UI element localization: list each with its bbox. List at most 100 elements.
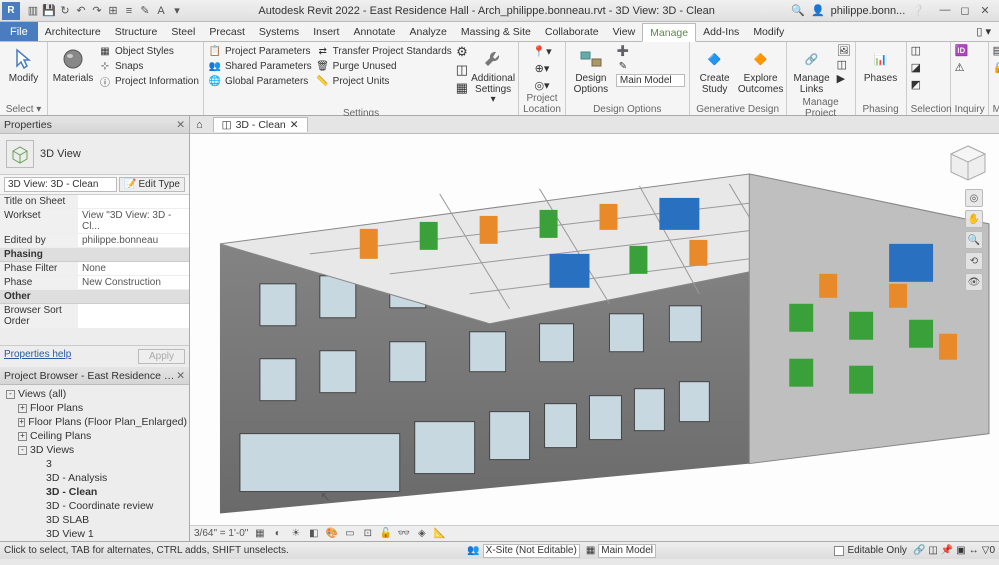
start-icon[interactable]: ▶ bbox=[837, 72, 851, 85]
nav-wheel-icon[interactable]: ◎ bbox=[965, 189, 983, 207]
view-home-icon[interactable]: ⌂ bbox=[190, 119, 209, 131]
crop-icon[interactable]: ▭ bbox=[343, 527, 356, 540]
object-styles-button[interactable]: ▦Object Styles bbox=[98, 44, 199, 58]
additional-settings-button[interactable]: Additional Settings▾ bbox=[472, 44, 514, 108]
sel3-icon[interactable]: ◩ bbox=[911, 78, 921, 91]
minimize-icon[interactable]: — bbox=[937, 4, 953, 17]
view-tab-3d-clean[interactable]: ◫3D - Clean✕ bbox=[213, 117, 308, 132]
tab-close-icon[interactable]: ✕ bbox=[290, 119, 299, 131]
tab-massing[interactable]: Massing & Site bbox=[454, 22, 538, 41]
help-icon[interactable]: ❔ bbox=[911, 4, 925, 17]
model-combo[interactable]: Main Model bbox=[598, 544, 656, 558]
sel-link-icon[interactable]: 🔗 bbox=[913, 545, 925, 556]
close-icon[interactable]: ✕ bbox=[977, 4, 993, 17]
tab-structure[interactable]: Structure bbox=[108, 22, 165, 41]
tab-annotate[interactable]: Annotate bbox=[346, 22, 402, 41]
modify-button[interactable]: Modify bbox=[4, 44, 43, 87]
tree-node[interactable]: 3D - Analysis bbox=[2, 471, 187, 485]
temp-hide-icon[interactable]: 👓 bbox=[397, 527, 410, 540]
tree-node[interactable]: +Floor Plans (Floor Plan_Enlarged) bbox=[2, 415, 187, 429]
shadow-icon[interactable]: ◧ bbox=[307, 527, 320, 540]
tree-node[interactable]: 3D View 1 bbox=[2, 527, 187, 541]
macro-mgr-icon[interactable]: ▤ bbox=[993, 44, 999, 57]
project-parameters-button[interactable]: 📋Project Parameters bbox=[208, 44, 312, 58]
view-cube[interactable] bbox=[947, 142, 989, 184]
global-parameters-button[interactable]: 🌐Global Parameters bbox=[208, 74, 312, 88]
tree-node[interactable]: +Ceiling Plans bbox=[2, 429, 187, 443]
shared-parameters-button[interactable]: 👥Shared Parameters bbox=[208, 59, 312, 73]
sun-icon[interactable]: ☀ bbox=[289, 527, 302, 540]
decal-icon[interactable]: ◫ bbox=[837, 58, 851, 71]
tree-node[interactable]: 3D - Coordinate review bbox=[2, 499, 187, 513]
nav-zoom-icon[interactable]: 🔍 bbox=[965, 231, 983, 249]
add-to-set-button[interactable]: ➕ bbox=[616, 44, 685, 58]
type-selector[interactable]: 3D View: 3D - Clean bbox=[4, 177, 117, 192]
tab-manage[interactable]: Manage bbox=[642, 23, 696, 42]
sel-pin-icon[interactable]: 📌 bbox=[941, 545, 953, 556]
reveal-icon[interactable]: ◈ bbox=[415, 527, 428, 540]
sel-drag-icon[interactable]: ↔ bbox=[969, 545, 979, 556]
qat-sync-icon[interactable]: ↻ bbox=[58, 4, 72, 18]
search-icon[interactable]: 🔍 bbox=[791, 4, 805, 17]
scale-label[interactable]: 3/64" = 1'-0" bbox=[194, 528, 248, 539]
tab-addins[interactable]: Add-Ins bbox=[696, 22, 746, 41]
qat-section-icon[interactable]: ✎ bbox=[138, 4, 152, 18]
pos-icon[interactable]: ◎▾ bbox=[534, 79, 549, 92]
tab-view[interactable]: View bbox=[606, 22, 643, 41]
tab-steel[interactable]: Steel bbox=[164, 22, 202, 41]
tree-node[interactable]: 3 bbox=[2, 457, 187, 471]
tab-collaborate[interactable]: Collaborate bbox=[538, 22, 606, 41]
qat-save-icon[interactable]: 💾 bbox=[42, 4, 56, 18]
ids-icon[interactable]: 🆔 bbox=[955, 44, 969, 57]
prop-workset-value[interactable]: View "3D View: 3D - Cl... bbox=[78, 209, 189, 233]
nav-orbit-icon[interactable]: ⟲ bbox=[965, 252, 983, 270]
properties-help-link[interactable]: Properties help bbox=[4, 349, 71, 364]
manage-links-button[interactable]: 🔗Manage Links bbox=[791, 44, 833, 97]
maximize-icon[interactable]: ◻ bbox=[957, 4, 973, 17]
lock-icon[interactable]: 🔓 bbox=[379, 527, 392, 540]
explore-outcomes-button[interactable]: 🔶Explore Outcomes bbox=[740, 44, 782, 97]
tab-insert[interactable]: Insert bbox=[306, 22, 346, 41]
qat-open-icon[interactable]: ▥ bbox=[26, 4, 40, 18]
expand-icon[interactable]: - bbox=[6, 390, 15, 399]
qat-print-icon[interactable]: ⊞ bbox=[106, 4, 120, 18]
panel-icon[interactable]: ▦ bbox=[456, 80, 468, 96]
sel2-icon[interactable]: ◪ bbox=[911, 61, 921, 74]
tab-precast[interactable]: Precast bbox=[202, 22, 252, 41]
tab-analyze[interactable]: Analyze bbox=[403, 22, 454, 41]
apply-button[interactable]: Apply bbox=[138, 349, 185, 364]
user-icon[interactable]: 👤 bbox=[811, 4, 825, 17]
ribbon-min-icon[interactable]: ▯ ▾ bbox=[968, 22, 999, 41]
qat-more-icon[interactable]: ▾ bbox=[170, 4, 184, 18]
purge-unused-button[interactable]: 🗑Purge Unused bbox=[316, 59, 452, 73]
tab-modify[interactable]: Modify bbox=[746, 22, 791, 41]
nav-pan-icon[interactable]: ✋ bbox=[965, 210, 983, 228]
visual-style-icon[interactable]: ◐ bbox=[271, 527, 284, 540]
expand-icon[interactable]: + bbox=[18, 404, 27, 413]
browser-close-icon[interactable]: ✕ bbox=[176, 370, 185, 382]
tree-node[interactable]: 3D SLAB bbox=[2, 513, 187, 527]
user-name[interactable]: philippe.bonn... bbox=[831, 5, 906, 17]
design-options-button[interactable]: Design Options bbox=[570, 44, 612, 97]
tab-architecture[interactable]: Architecture bbox=[38, 22, 108, 41]
filter-icon[interactable]: ▽0 bbox=[982, 545, 995, 556]
qat-undo-icon[interactable]: ↶ bbox=[74, 4, 88, 18]
struct-icon[interactable]: ◫ bbox=[456, 62, 468, 78]
create-study-button[interactable]: 🔷Create Study bbox=[694, 44, 736, 97]
sel-underlay-icon[interactable]: ◫ bbox=[928, 545, 937, 556]
location-icon[interactable]: 📍▾ bbox=[532, 45, 551, 58]
mep-icon[interactable]: ⚙ bbox=[456, 44, 468, 60]
browser-header[interactable]: Project Browser - East Residence Hall - … bbox=[0, 367, 189, 385]
render-icon[interactable]: 🎨 bbox=[325, 527, 338, 540]
macro-sec-icon[interactable]: 🔒 bbox=[993, 61, 999, 74]
qat-redo-icon[interactable]: ↷ bbox=[90, 4, 104, 18]
pick-edit-button[interactable]: ✎ bbox=[616, 59, 685, 73]
workset-combo[interactable]: X-Site (Not Editable) bbox=[483, 544, 580, 558]
warn-icon[interactable]: ⚠ bbox=[955, 61, 965, 74]
prop-title-value[interactable] bbox=[78, 195, 189, 208]
prop-editedby-value[interactable]: philippe.bonneau bbox=[78, 234, 189, 247]
project-units-button[interactable]: 📏Project Units bbox=[316, 74, 452, 88]
sel1-icon[interactable]: ◫ bbox=[911, 44, 921, 57]
properties-close-icon[interactable]: ✕ bbox=[176, 119, 185, 131]
qat-measure-icon[interactable]: ≡ bbox=[122, 4, 136, 18]
